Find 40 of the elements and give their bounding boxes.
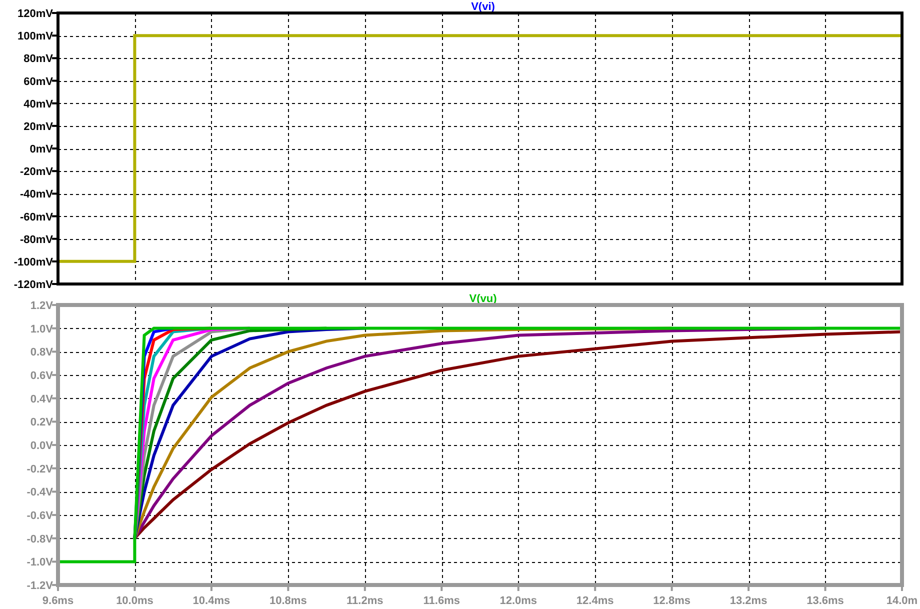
axis-label: 1.2V xyxy=(30,300,53,312)
axis-label: 10.0ms xyxy=(116,595,154,607)
axis-label: 9.6ms xyxy=(42,595,74,607)
axis-label: -0.4V xyxy=(26,486,53,499)
axis-label: 0.2V xyxy=(30,416,53,429)
axis-label: 40mV xyxy=(24,98,53,110)
axis-label: 11.2ms xyxy=(346,595,384,607)
axis-label: 14.0m xyxy=(886,595,918,607)
axis-label: -20mV xyxy=(20,166,53,178)
trace-title: V(vi) xyxy=(471,1,495,13)
axis-label: 60mV xyxy=(24,76,53,88)
axis-label: -0.8V xyxy=(26,533,53,546)
axis-label: 12.4ms xyxy=(576,595,614,607)
axis-label: -0.2V xyxy=(26,463,53,476)
axis-label: -60mV xyxy=(20,211,53,224)
axis-label: 0mV xyxy=(30,144,53,156)
axis-label: -80mV xyxy=(20,234,53,246)
axis-label: -1.0V xyxy=(26,556,53,569)
axis-label: 20mV xyxy=(24,120,53,133)
axis-label: 12.0ms xyxy=(500,595,538,607)
axis-label: 0.8V xyxy=(30,346,53,359)
axis-label: -120mV xyxy=(14,279,53,290)
axis-label: 0.6V xyxy=(30,370,53,382)
axis-label: 13.6ms xyxy=(806,595,844,607)
axis-label: 13.2ms xyxy=(730,595,768,607)
axis-label: -0.6V xyxy=(26,510,53,522)
axis-label: 120mV xyxy=(18,8,53,20)
axis-label: -100mV xyxy=(14,256,53,268)
axis-label: -40mV xyxy=(20,188,53,201)
axis-label: 100mV xyxy=(18,30,53,43)
axis-label: 11.6ms xyxy=(423,595,460,607)
axis-label: 10.8ms xyxy=(270,595,307,607)
axis-label: 0.4V xyxy=(30,393,53,406)
trace-title: V(vu) xyxy=(469,293,497,305)
axis-label: -1.2V xyxy=(26,580,53,592)
axis-label: 80mV xyxy=(24,53,53,66)
axis-label: 12.8ms xyxy=(653,595,690,607)
axis-label: 0.0V xyxy=(30,440,53,452)
axis-label: 1.0V xyxy=(30,323,53,336)
axis-label: 10.4ms xyxy=(192,595,230,607)
